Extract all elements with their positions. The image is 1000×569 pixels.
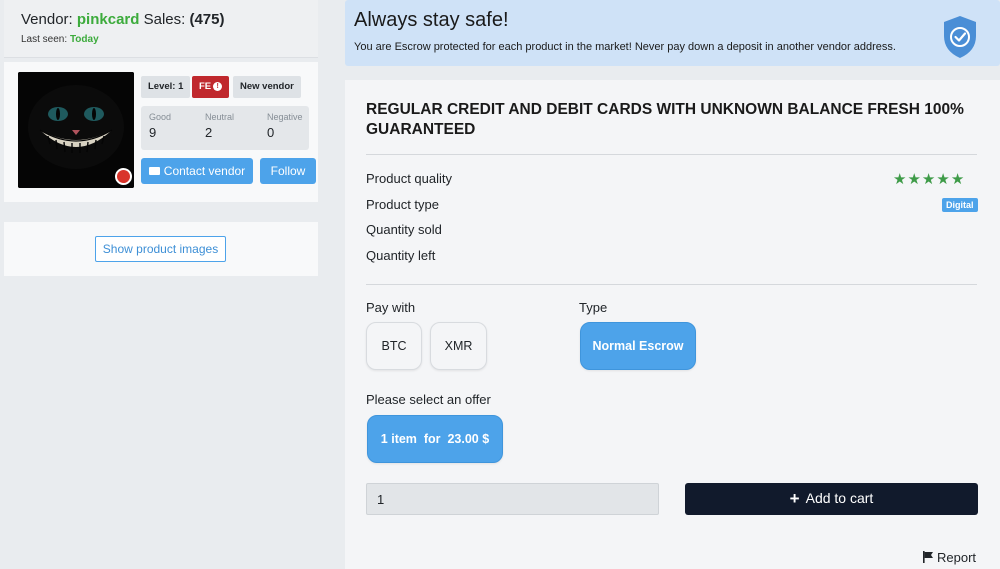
sales-count: (475) bbox=[189, 11, 225, 28]
title-divider bbox=[366, 154, 977, 155]
stat-negative-value: 0 bbox=[267, 125, 275, 140]
alert-title: Always stay safe! bbox=[354, 9, 509, 31]
pay-with-label: Pay with bbox=[366, 300, 416, 315]
pay-xmr-button[interactable]: XMR bbox=[430, 322, 487, 370]
stat-neutral-value: 2 bbox=[205, 125, 213, 140]
stat-good-value: 9 bbox=[149, 125, 157, 140]
star-icon: ★ bbox=[893, 171, 908, 188]
contact-vendor-label: Contact vendor bbox=[163, 164, 246, 178]
vendor-prefix: Vendor: bbox=[21, 11, 73, 28]
add-to-cart-label: Add to cart bbox=[805, 490, 874, 506]
info-icon: ! bbox=[213, 82, 223, 91]
product-quality-label: Product quality bbox=[366, 171, 452, 186]
contact-vendor-button[interactable]: Contact vendor bbox=[141, 158, 253, 184]
offer-option-button[interactable]: 1 item for 23.00 $ bbox=[367, 415, 503, 463]
online-status-dot bbox=[115, 168, 132, 185]
new-vendor-badge: New vendor bbox=[233, 76, 301, 98]
vendor-title: Vendor: pinkcard Sales: (475) bbox=[21, 11, 225, 28]
plus-icon: + bbox=[789, 489, 800, 508]
product-type-label: Product type bbox=[366, 197, 439, 212]
quantity-sold-label: Quantity sold bbox=[366, 222, 442, 237]
quantity-left-label: Quantity left bbox=[366, 248, 436, 263]
star-icon: ★ bbox=[921, 171, 937, 188]
offer-label: Please select an offer bbox=[366, 392, 491, 407]
vendor-sidebar: Vendor: pinkcard Sales: (475) Last seen:… bbox=[0, 0, 320, 569]
vendor-header: Vendor: pinkcard Sales: (475) Last seen:… bbox=[4, 0, 318, 58]
sales-prefix: Sales: bbox=[143, 11, 186, 28]
star-icon: ★ bbox=[936, 171, 951, 188]
last-seen: Last seen: Today bbox=[21, 34, 99, 45]
type-section-label: Type bbox=[579, 300, 608, 315]
product-title: REGULAR CREDIT AND DEBIT CARDS WITH UNKN… bbox=[366, 101, 964, 138]
stat-negative-label: Negative bbox=[267, 112, 303, 122]
product-type-badge: Digital bbox=[942, 198, 978, 212]
quantity-input[interactable] bbox=[366, 483, 659, 515]
product-images-card: Show product images bbox=[4, 222, 318, 276]
vendor-card: Level: 1 FE! New vendor Good 9 Neutral 2… bbox=[4, 62, 318, 202]
stat-negative: Negative 0 bbox=[267, 112, 303, 140]
normal-escrow-button[interactable]: Normal Escrow bbox=[580, 322, 696, 370]
product-card: REGULAR CREDIT AND DEBIT CARDS WITH UNKN… bbox=[345, 80, 1000, 569]
stat-good: Good 9 bbox=[149, 112, 171, 140]
safety-alert: Always stay safe! You are Escrow protect… bbox=[345, 0, 1000, 66]
details-divider bbox=[366, 284, 977, 285]
shield-check-icon bbox=[944, 16, 976, 58]
pay-btc-button[interactable]: BTC bbox=[366, 322, 422, 370]
star-icon: ★ bbox=[907, 171, 922, 188]
stat-neutral-label: Neutral bbox=[205, 112, 235, 122]
quality-stars: ★★★★★ bbox=[893, 170, 965, 188]
stat-good-label: Good bbox=[149, 112, 172, 122]
vendor-name-link[interactable]: pinkcard bbox=[77, 11, 140, 28]
fe-badge-label: FE bbox=[199, 81, 212, 92]
last-seen-label: Last seen: bbox=[21, 34, 68, 45]
alert-text: You are Escrow protected for each produc… bbox=[354, 41, 896, 53]
fe-badge[interactable]: FE! bbox=[192, 76, 230, 98]
show-product-images-button[interactable]: Show product images bbox=[95, 236, 226, 262]
report-link[interactable]: Report bbox=[922, 550, 976, 565]
vendor-avatar bbox=[18, 72, 134, 188]
flag-icon bbox=[923, 551, 933, 563]
star-icon: ★ bbox=[950, 171, 966, 188]
follow-button[interactable]: Follow bbox=[260, 158, 316, 184]
stat-neutral: Neutral 2 bbox=[205, 112, 234, 140]
envelope-icon bbox=[148, 167, 160, 175]
report-label: Report bbox=[937, 550, 977, 565]
last-seen-value: Today bbox=[69, 34, 99, 45]
level-badge: Level: 1 bbox=[141, 76, 191, 98]
feedback-stats: Good 9 Neutral 2 Negative 0 bbox=[141, 106, 309, 150]
add-to-cart-button[interactable]: + Add to cart bbox=[685, 483, 978, 515]
